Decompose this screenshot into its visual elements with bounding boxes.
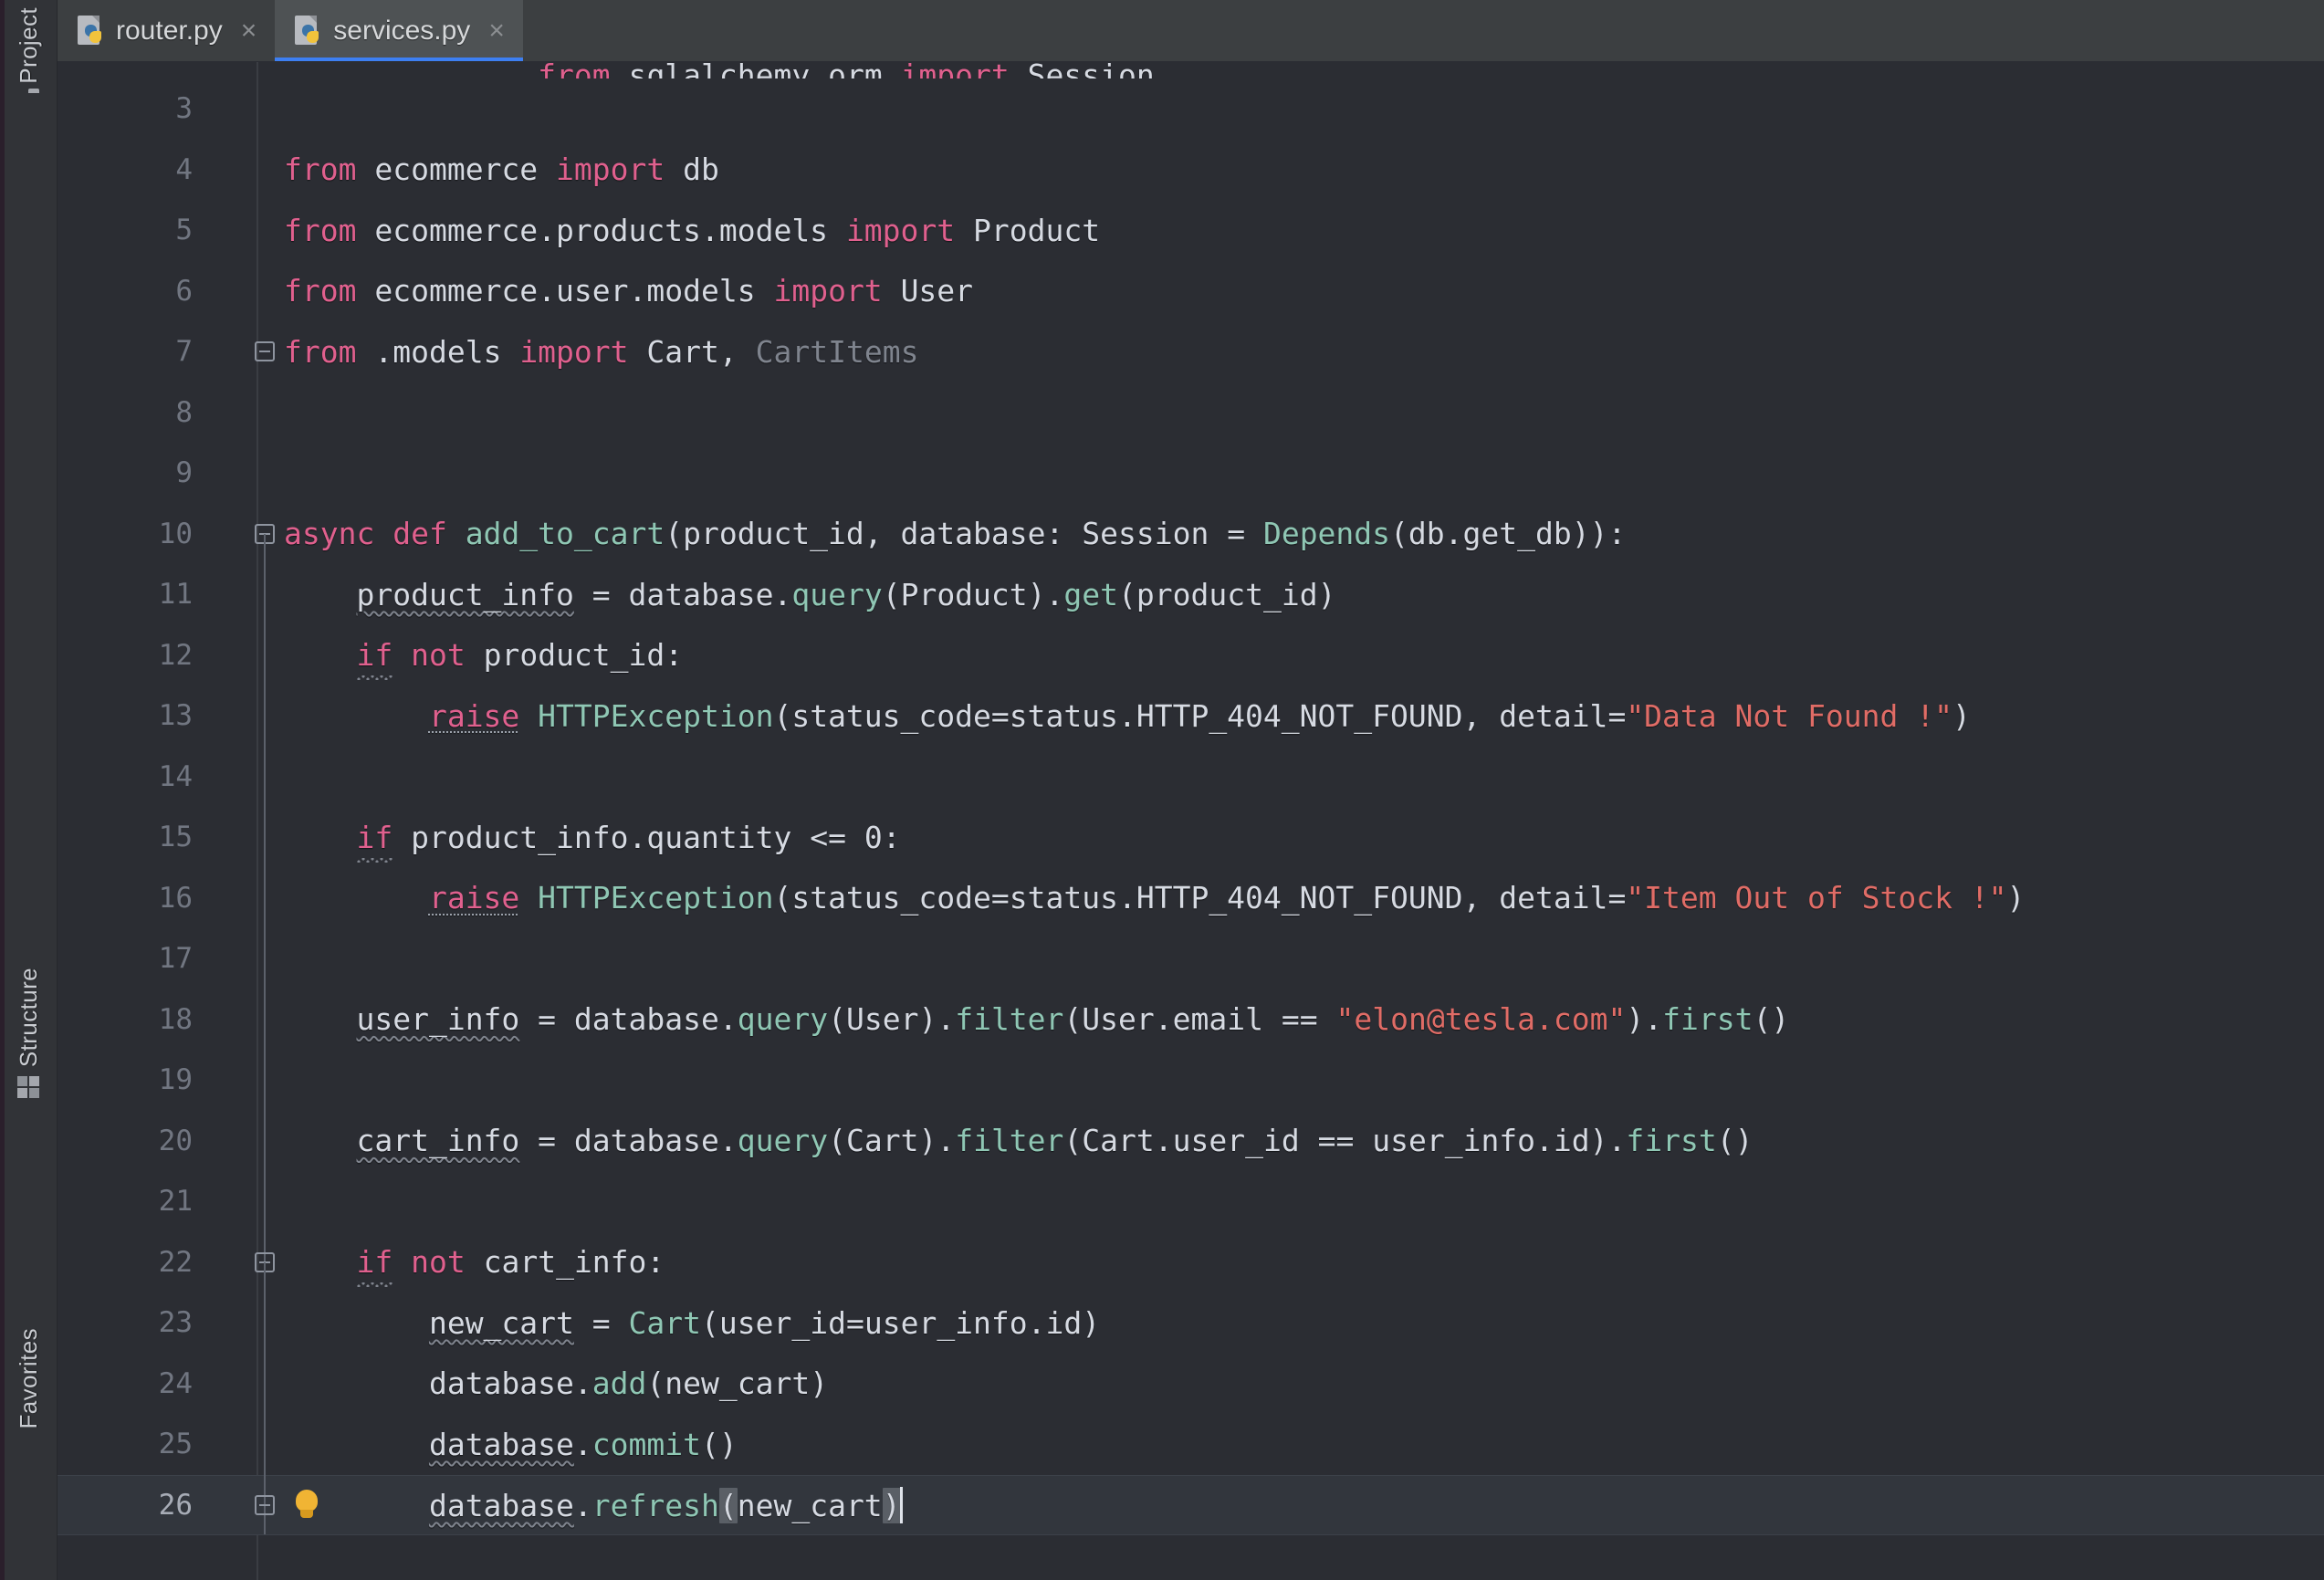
tool-button-favorites-label: Favorites — [14, 1328, 42, 1429]
tool-window-stripe-left: Project Structure Favorites — [0, 0, 58, 1580]
code-line-21[interactable]: 21 — [58, 1141, 2324, 1262]
python-file-icon — [295, 16, 322, 47]
code-line-18[interactable]: 18 user_info = database.query(User).filt… — [58, 958, 2324, 1080]
editor-area: router.py × services.py × 3 4 from ecomm… — [58, 0, 2324, 1580]
line-number: 18 — [158, 1002, 193, 1036]
code-line-4[interactable]: 4 from ecommerce import db — [58, 140, 2324, 201]
line-number: 7 — [175, 335, 193, 369]
matching-bracket-close: ) — [882, 1487, 901, 1523]
line-number: 5 — [175, 214, 193, 247]
string-literal: "Item Out of Stock !" — [1626, 880, 2007, 916]
code-line-24[interactable]: 24 database.add(new_cart) — [58, 1323, 2324, 1444]
code-text: new_cart = Cart(user_id=user_info.id) — [428, 1304, 1101, 1341]
line-number: 4 — [175, 152, 193, 186]
close-icon[interactable]: × — [481, 17, 505, 45]
code-line-16[interactable]: 16 raise HTTPException(status_code=statu… — [58, 837, 2324, 958]
code-text: database.refresh(new_cart) — [428, 1486, 903, 1523]
line-number: 13 — [158, 699, 193, 733]
python-file-icon — [78, 16, 105, 47]
code-line-26[interactable]: 26 database.refresh(new_cart) — [58, 1444, 2324, 1535]
code-text: raise HTTPException(status_code=status.H… — [428, 880, 2026, 916]
code-text: if not product_id: — [356, 637, 684, 674]
editor-bottom-strip — [58, 1554, 2324, 1580]
code-line-3[interactable]: 3 — [58, 78, 2324, 140]
code-text: database.add(new_cart) — [428, 1365, 829, 1402]
fold-collapse-icon[interactable] — [255, 1494, 275, 1515]
code-line-8[interactable]: 8 — [58, 382, 2324, 444]
unused-import-token: CartItems — [755, 333, 919, 370]
code-line-22[interactable]: 22 if not cart_info: — [58, 1201, 2324, 1323]
ide-window: Project Structure Favorites router.py × … — [0, 0, 2324, 1580]
tool-button-project-label: Project — [14, 7, 42, 84]
code-line-7[interactable]: 7 from .models import Cart, CartItems — [58, 321, 2324, 382]
code-text: database.commit() — [428, 1426, 738, 1462]
code-line-11[interactable]: 11 product_info = database.query(Product… — [58, 534, 2324, 655]
fold-region-line — [264, 1444, 266, 1535]
tool-button-favorites[interactable]: Favorites — [0, 1328, 57, 1429]
string-literal: "Data Not Found !" — [1626, 697, 1952, 734]
line-number: 19 — [158, 1063, 193, 1097]
code-line-9[interactable]: 9 — [58, 443, 2324, 504]
line-number: 9 — [175, 456, 193, 490]
tool-button-structure[interactable]: Structure — [0, 968, 57, 1099]
editor-tab-label: services.py — [333, 16, 471, 46]
line-number: 22 — [158, 1245, 193, 1279]
line-number: 23 — [158, 1306, 193, 1340]
line-number: 10 — [158, 517, 193, 550]
code-text: from ecommerce.products.models import Pr… — [284, 212, 1101, 248]
string-literal: "elon@tesla.com" — [1335, 1001, 1627, 1038]
editor-tab-services-py[interactable]: services.py × — [275, 0, 523, 62]
code-text: if product_info.quantity <= 0: — [356, 819, 901, 855]
text-caret — [899, 1486, 903, 1523]
line-number: 3 — [175, 92, 193, 126]
code-text: user_info = database.query(User).filter(… — [356, 1001, 1790, 1038]
editor-tab-label: router.py — [116, 16, 223, 46]
code-line-19[interactable]: 19 — [58, 1020, 2324, 1141]
code-text: raise HTTPException(status_code=status.H… — [428, 697, 1971, 734]
close-icon[interactable]: × — [234, 17, 257, 45]
editor-tab-bar: router.py × services.py × — [58, 0, 2324, 62]
line-number: 24 — [158, 1366, 193, 1400]
grid-icon — [17, 1076, 39, 1099]
code-line-20[interactable]: 20 cart_info = database.query(Cart).filt… — [58, 1080, 2324, 1201]
code-text: if not cart_info: — [356, 1244, 665, 1281]
code-lines[interactable]: from sqlalchemy.orm import Session 3 4 f… — [58, 62, 2324, 1580]
code-line-17[interactable]: 17 — [58, 898, 2324, 1020]
editor-tab-router-py[interactable]: router.py × — [58, 0, 276, 62]
line-number: 17 — [158, 942, 193, 976]
code-text: product_info = database.query(Product).g… — [356, 576, 1336, 612]
code-line-13[interactable]: 13 raise HTTPException(status_code=statu… — [58, 655, 2324, 777]
code-line-15[interactable]: 15 if product_info.quantity <= 0: — [58, 777, 2324, 898]
tool-button-project[interactable]: Project — [0, 7, 57, 93]
line-number: 12 — [158, 638, 193, 672]
fold-collapse-icon[interactable] — [255, 341, 275, 362]
code-line-23[interactable]: 23 new_cart = Cart(user_id=user_info.id) — [58, 1262, 2324, 1384]
code-text: cart_info = database.query(Cart).filter(… — [356, 1123, 1753, 1159]
code-line-12[interactable]: 12 if not product_id: — [58, 594, 2324, 716]
matching-bracket-open: ( — [718, 1487, 738, 1523]
line-number: 15 — [158, 821, 193, 854]
line-number: 14 — [158, 759, 193, 793]
line-number: 8 — [175, 395, 193, 429]
code-line-10[interactable]: 10 async def add_to_cart(product_id, dat… — [58, 504, 2324, 565]
code-line-25[interactable]: 25 database.commit() — [58, 1384, 2324, 1505]
code-text: from ecommerce.user.models import User — [284, 273, 974, 309]
code-line-clipped: from sqlalchemy.orm import Session — [58, 62, 2324, 78]
line-number: 16 — [158, 881, 193, 915]
line-number: 11 — [158, 578, 193, 612]
tool-button-structure-label: Structure — [14, 968, 42, 1068]
code-text: from ecommerce import db — [284, 152, 719, 188]
code-editor[interactable]: from sqlalchemy.orm import Session 3 4 f… — [58, 62, 2324, 1580]
code-text: from .models import Cart, CartItems — [284, 333, 919, 370]
code-line-5[interactable]: 5 from ecommerce.products.models import … — [58, 200, 2324, 261]
code-line-14[interactable]: 14 — [58, 716, 2324, 837]
line-number: 20 — [158, 1124, 193, 1157]
line-number: 25 — [158, 1428, 193, 1461]
line-number: 26 — [158, 1488, 193, 1522]
code-line-6[interactable]: 6 from ecommerce.user.models import User — [58, 261, 2324, 322]
line-number: 6 — [175, 274, 193, 308]
code-text: async def add_to_cart(product_id, databa… — [284, 516, 1627, 552]
line-number: 21 — [158, 1185, 193, 1219]
